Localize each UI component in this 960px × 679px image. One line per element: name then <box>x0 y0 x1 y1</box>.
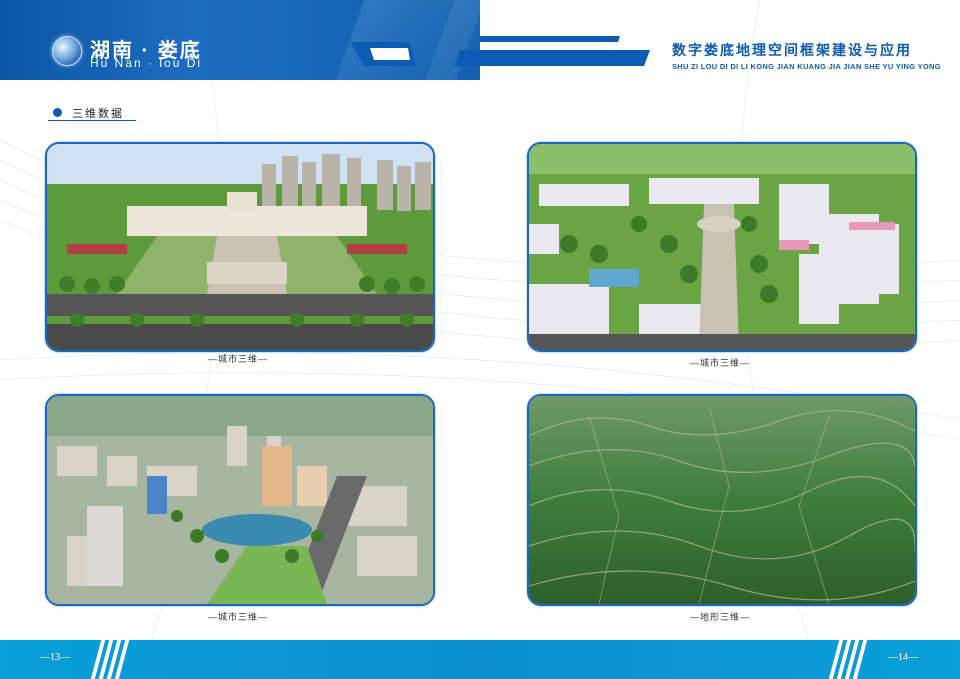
page-number-right: —14— <box>888 652 918 663</box>
section-title: 三维数据 <box>72 108 124 120</box>
image-city-lake <box>45 394 435 606</box>
caption-city-lake: —城市三维— <box>207 612 268 622</box>
footer-bar <box>0 640 960 679</box>
page-number-left: —13— <box>40 652 70 663</box>
caption-campus: —城市三维— <box>689 358 750 368</box>
brand-subtitle: Hu Nan · lou Di <box>90 56 203 70</box>
image-campus <box>527 142 917 352</box>
header-decor-bars <box>350 36 650 66</box>
globe-icon <box>52 36 82 66</box>
caption-city-square: —城市三维— <box>207 354 268 364</box>
section-bullet <box>53 108 62 117</box>
section-underline <box>48 120 136 121</box>
page-title: 数字娄底地理空间框架建设与应用 <box>672 42 912 58</box>
image-terrain <box>527 394 917 606</box>
page-title-pinyin: SHU ZI LOU DI DI LI KONG JIAN KUANG JIA … <box>672 62 941 71</box>
caption-terrain: —地形三维— <box>689 612 750 622</box>
image-city-square <box>45 142 435 352</box>
